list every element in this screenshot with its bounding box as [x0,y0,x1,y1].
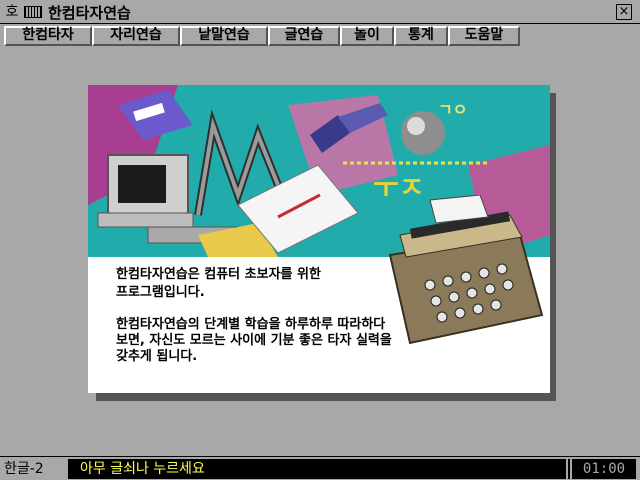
menu-item-position-practice[interactable]: 자리연습 [92,26,180,46]
input-mode-indicator: 한글-2 [4,461,44,477]
menu-item-word-practice[interactable]: 낱말연습 [180,26,268,46]
status-message: 아무 글쇠나 누르세요 [70,459,566,479]
intro-line-4: 보면, 자신도 모르는 사이에 기분 좋은 타자 실력을 [116,333,392,348]
menu-bar: 한컴타자 자리연습 낱말연습 글연습 놀이 통계 도움말 [4,26,526,46]
status-bar: 한글-2 아무 글쇠나 누르세요 01:00 [0,456,640,480]
status-divider [568,459,570,479]
menu-item-help[interactable]: 도움말 [448,26,520,46]
title-bar: 호 한컴타자연습 × [0,0,640,24]
system-menu-icon[interactable]: 호 [4,4,20,20]
intro-line-1: 한컴타자연습은 컴퓨터 초보자를 위한 [116,267,321,282]
intro-panel: ㅜㅈ ㄱㅇ 한컴타자연습은 컴퓨터 초보자를 위한 프로그램입니다. 한컴타자연… [88,85,550,393]
menu-item-text-practice[interactable]: 글연습 [268,26,340,46]
intro-line-2: 프로그램입니다. [116,285,205,300]
window-title: 한컴타자연습 [48,4,131,22]
menu-item-games[interactable]: 놀이 [340,26,394,46]
elapsed-time: 01:00 [572,459,636,479]
svg-text:ㄱㅇ: ㄱㅇ [438,100,467,119]
intro-line-3: 한컴타자연습의 단계별 학습을 하루하루 따라하다 [116,317,386,332]
close-button[interactable]: × [616,4,632,20]
intro-line-5: 갖추게 됩니다. [116,349,198,364]
menu-item-hancom-typing[interactable]: 한컴타자 [4,26,92,46]
keyboard-icon [24,6,42,18]
typewriter-image [388,195,544,345]
menu-item-statistics[interactable]: 통계 [394,26,448,46]
